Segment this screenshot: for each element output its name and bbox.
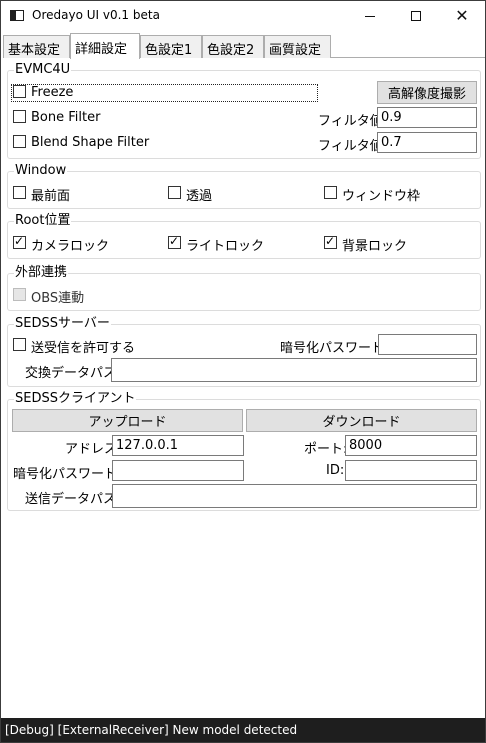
- port-label: ポート:: [304, 442, 348, 457]
- bone-filter-label: Bone Filter: [31, 110, 101, 125]
- allow-transfer-label: 送受信を許可する: [31, 341, 136, 356]
- obs-link-label: OBS連動: [31, 291, 85, 306]
- maximize-icon: [411, 11, 421, 21]
- app-window: Oredayo UI v0.1 beta ✕ 基本設定 詳細設定 色設定1 色設…: [0, 0, 486, 743]
- topmost-checkbox[interactable]: [13, 186, 26, 199]
- download-button[interactable]: ダウンロード: [246, 409, 477, 432]
- transparent-checkbox[interactable]: [168, 186, 181, 199]
- tab-color-settings-2[interactable]: 色設定2: [202, 35, 264, 58]
- server-password-input[interactable]: [378, 334, 477, 355]
- id-input[interactable]: [345, 460, 477, 481]
- app-window-icon: [10, 10, 24, 21]
- window-frame-checkbox[interactable]: [324, 186, 337, 199]
- external-integration-group-title: 外部連携: [14, 265, 69, 281]
- blend-shape-value-input[interactable]: 0.7: [377, 132, 477, 153]
- address-input[interactable]: 127.0.0.1: [112, 435, 244, 456]
- bone-filter-value-input[interactable]: 0.9: [377, 107, 477, 128]
- window-options-group: Window 最前面 透過 ウィンドウ枠: [7, 163, 481, 209]
- external-integration-group: 外部連携 OBS連動: [7, 265, 481, 311]
- client-password-input[interactable]: [112, 460, 244, 481]
- tab-quality-settings[interactable]: 画質設定: [264, 35, 331, 58]
- client-password-label: 暗号化パスワード:: [13, 467, 122, 482]
- minimize-button[interactable]: [347, 1, 393, 31]
- exchange-path-input[interactable]: [111, 358, 477, 382]
- window-frame-label: ウィンドウ枠: [342, 189, 421, 204]
- transparent-label: 透過: [186, 189, 213, 204]
- root-position-group: Root位置 カメラロック ライトロック 背景ロック: [7, 213, 481, 259]
- high-res-capture-button[interactable]: 高解像度撮影: [377, 81, 477, 104]
- upload-button[interactable]: アップロード: [12, 409, 243, 432]
- minimize-icon: [365, 15, 375, 17]
- exchange-path-label: 交換データパス:: [25, 366, 121, 381]
- port-input[interactable]: 8000: [345, 435, 477, 456]
- topmost-label: 最前面: [31, 189, 71, 204]
- sedss-server-group: SEDSSサーバー 送受信を許可する 暗号化パスワード: 交換データパス:: [7, 316, 481, 387]
- light-lock-label: ライトロック: [186, 239, 265, 254]
- tab-advanced-settings[interactable]: 詳細設定: [70, 33, 140, 59]
- freeze-checkbox[interactable]: [13, 85, 26, 98]
- window-title: Oredayo UI v0.1 beta: [32, 8, 160, 22]
- window-options-group-title: Window: [14, 163, 68, 179]
- id-label: ID:: [326, 463, 345, 478]
- camera-lock-label: カメラロック: [31, 239, 110, 254]
- tab-strip: 基本設定 詳細設定 色設定1 色設定2 画質設定: [3, 33, 485, 59]
- sedss-client-group: SEDSSクライアント アップロード ダウンロード アドレス: 127.0.0.…: [7, 391, 481, 511]
- root-position-group-title: Root位置: [14, 213, 72, 229]
- status-bar: [Debug] [ExternalReceiver] New model det…: [1, 718, 485, 742]
- close-icon: ✕: [455, 6, 469, 25]
- title-bar[interactable]: Oredayo UI v0.1 beta ✕: [1, 1, 485, 31]
- light-lock-checkbox[interactable]: [168, 234, 181, 249]
- background-lock-label: 背景ロック: [342, 239, 408, 254]
- evmc4u-group: EVMC4U Freeze 高解像度撮影 Bone Filter フィルタ値: …: [7, 62, 481, 159]
- obs-link-checkbox[interactable]: [13, 288, 26, 301]
- server-password-label: 暗号化パスワード:: [280, 341, 389, 356]
- freeze-label: Freeze: [31, 85, 74, 100]
- blend-shape-filter-label: Blend Shape Filter: [31, 135, 150, 150]
- maximize-button[interactable]: [393, 1, 439, 31]
- close-button[interactable]: ✕: [439, 1, 485, 31]
- tab-color-settings-1[interactable]: 色設定1: [140, 35, 202, 58]
- send-path-input[interactable]: [112, 484, 477, 508]
- evmc4u-group-title: EVMC4U: [14, 62, 72, 78]
- camera-lock-checkbox[interactable]: [13, 234, 26, 249]
- background-lock-checkbox[interactable]: [324, 234, 337, 249]
- tab-basic-settings[interactable]: 基本設定: [3, 35, 70, 58]
- allow-transfer-checkbox[interactable]: [13, 338, 26, 351]
- sedss-server-group-title: SEDSSサーバー: [14, 316, 111, 332]
- bone-filter-checkbox[interactable]: [13, 110, 26, 123]
- send-path-label: 送信データパス:: [25, 492, 121, 507]
- sedss-client-group-title: SEDSSクライアント: [14, 391, 137, 407]
- blend-shape-filter-checkbox[interactable]: [13, 135, 26, 148]
